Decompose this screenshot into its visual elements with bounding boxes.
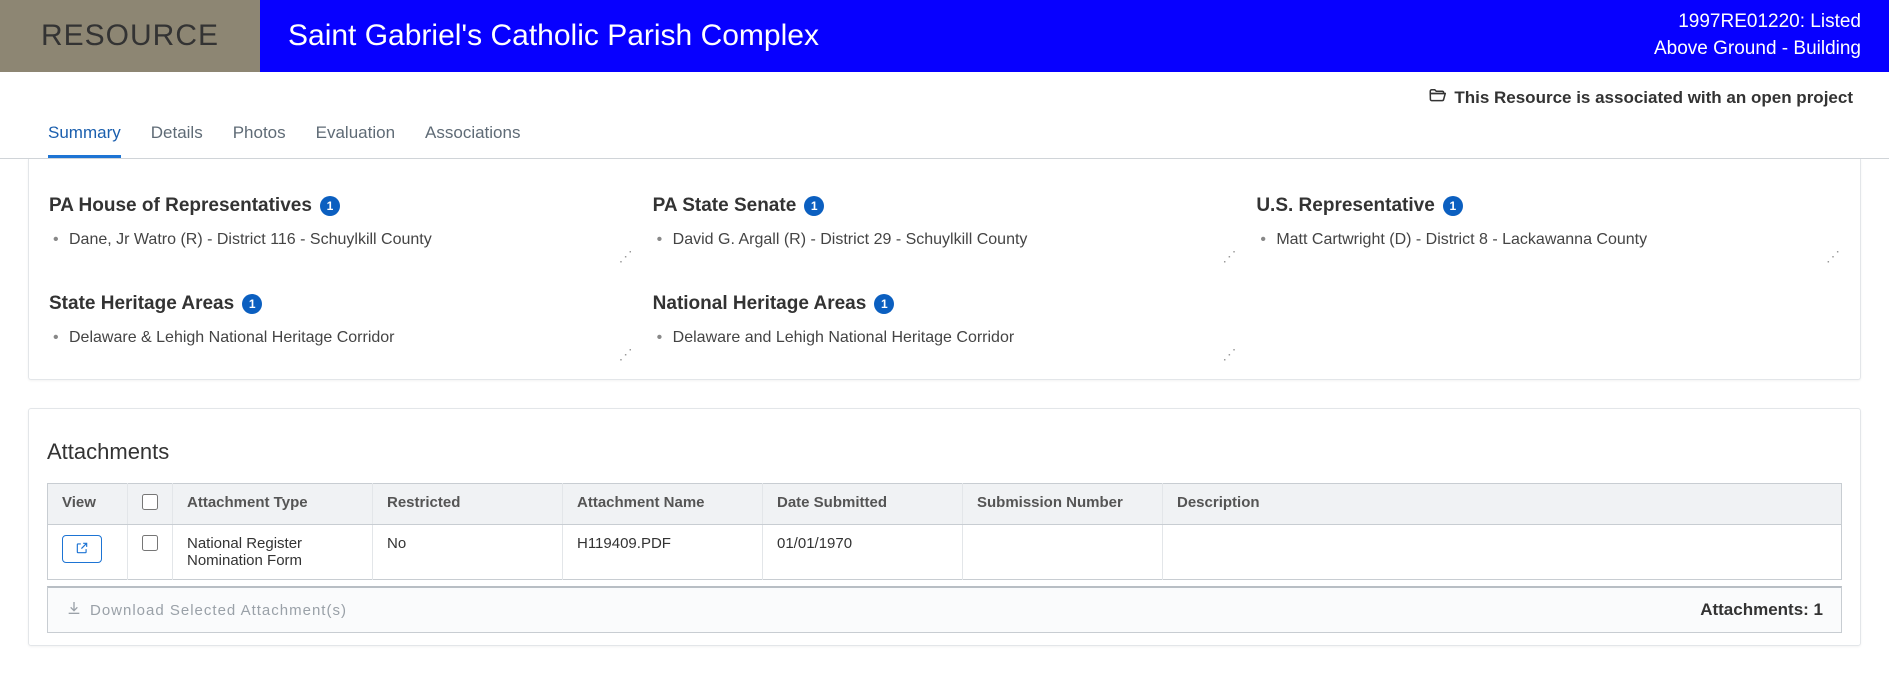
info-state-heritage: State Heritage Areas 1 Delaware & Lehigh… (49, 293, 633, 357)
folder-open-icon (1428, 86, 1446, 109)
cell-type: National Register Nomination Form (173, 525, 373, 580)
resize-handle-icon[interactable]: ⋰ (619, 249, 633, 263)
count-badge: 1 (320, 196, 340, 216)
col-name[interactable]: Attachment Name (563, 484, 763, 525)
attachments-footer: Download Selected Attachment(s) Attachme… (47, 586, 1842, 633)
info-national-heritage: National Heritage Areas 1 Delaware and L… (653, 293, 1237, 357)
cell-restricted: No (373, 525, 563, 580)
cell-submission (963, 525, 1163, 580)
cell-name: H119409.PDF (563, 525, 763, 580)
info-us-rep: U.S. Representative 1 Matt Cartwright (D… (1256, 195, 1840, 259)
open-project-notice[interactable]: This Resource is associated with an open… (0, 72, 1889, 109)
download-selected-button[interactable]: Download Selected Attachment(s) (66, 600, 347, 620)
tab-summary[interactable]: Summary (48, 113, 121, 158)
cell-date: 01/01/1970 (763, 525, 963, 580)
select-all-checkbox[interactable] (142, 494, 158, 510)
tab-details[interactable]: Details (151, 113, 203, 158)
resize-handle-icon[interactable]: ⋰ (1222, 347, 1236, 361)
info-title: PA State Senate (653, 195, 797, 217)
tab-photos[interactable]: Photos (233, 113, 286, 158)
summary-panel: PA House of Representatives 1 Dane, Jr W… (28, 159, 1861, 380)
col-type[interactable]: Attachment Type (173, 484, 373, 525)
info-grid: PA House of Representatives 1 Dane, Jr W… (49, 195, 1840, 357)
col-view[interactable]: View (48, 484, 128, 525)
count-badge: 1 (242, 294, 262, 314)
download-icon (66, 600, 82, 620)
col-date[interactable]: Date Submitted (763, 484, 963, 525)
info-title: PA House of Representatives (49, 195, 312, 217)
col-restricted[interactable]: Restricted (373, 484, 563, 525)
resource-id-status: 1997RE01220: Listed (1654, 9, 1861, 36)
table-header-row: View Attachment Type Restricted Attachme… (48, 484, 1842, 525)
count-badge: 1 (804, 196, 824, 216)
attachments-count: Attachments: 1 (1700, 600, 1823, 620)
attachments-panel: Attachments View Attachment Type Restric… (28, 408, 1861, 646)
resource-category: Above Ground - Building (1654, 36, 1861, 63)
external-link-icon (75, 541, 89, 558)
count-badge: 1 (874, 294, 894, 314)
attachments-title: Attachments (47, 439, 1842, 465)
resize-handle-icon[interactable]: ⋰ (1826, 249, 1840, 263)
col-select-all (128, 484, 173, 525)
cell-description (1163, 525, 1842, 580)
resize-handle-icon[interactable]: ⋰ (1222, 249, 1236, 263)
list-item: Dane, Jr Watro (R) - District 116 - Schu… (49, 231, 615, 249)
info-pa-house: PA House of Representatives 1 Dane, Jr W… (49, 195, 633, 259)
table-row: National Register Nomination Form No H11… (48, 525, 1842, 580)
tab-bar: Summary Details Photos Evaluation Associ… (0, 113, 1889, 159)
attachments-table: View Attachment Type Restricted Attachme… (47, 483, 1842, 580)
col-description[interactable]: Description (1163, 484, 1842, 525)
info-title: National Heritage Areas (653, 293, 867, 315)
resize-handle-icon[interactable]: ⋰ (619, 347, 633, 361)
count-badge: 1 (1443, 196, 1463, 216)
header: RESOURCE Saint Gabriel's Catholic Parish… (0, 0, 1889, 72)
tab-associations[interactable]: Associations (425, 113, 520, 158)
info-title: State Heritage Areas (49, 293, 234, 315)
info-pa-senate: PA State Senate 1 David G. Argall (R) - … (653, 195, 1237, 259)
download-label: Download Selected Attachment(s) (90, 602, 347, 619)
resource-meta: 1997RE01220: Listed Above Ground - Build… (1654, 9, 1861, 62)
header-banner: Saint Gabriel's Catholic Parish Complex … (260, 0, 1889, 72)
list-item: Delaware & Lehigh National Heritage Corr… (49, 329, 615, 347)
tab-evaluation[interactable]: Evaluation (316, 113, 395, 158)
resource-label: RESOURCE (0, 0, 260, 72)
open-project-text: This Resource is associated with an open… (1454, 88, 1853, 108)
info-title: U.S. Representative (1256, 195, 1434, 217)
list-item: David G. Argall (R) - District 29 - Schu… (653, 231, 1219, 249)
list-item: Delaware and Lehigh National Heritage Co… (653, 329, 1219, 347)
list-item: Matt Cartwright (D) - District 8 - Lacka… (1256, 231, 1822, 249)
resource-title: Saint Gabriel's Catholic Parish Complex (288, 19, 819, 53)
col-submission[interactable]: Submission Number (963, 484, 1163, 525)
row-checkbox[interactable] (142, 535, 158, 551)
view-attachment-button[interactable] (62, 535, 102, 563)
